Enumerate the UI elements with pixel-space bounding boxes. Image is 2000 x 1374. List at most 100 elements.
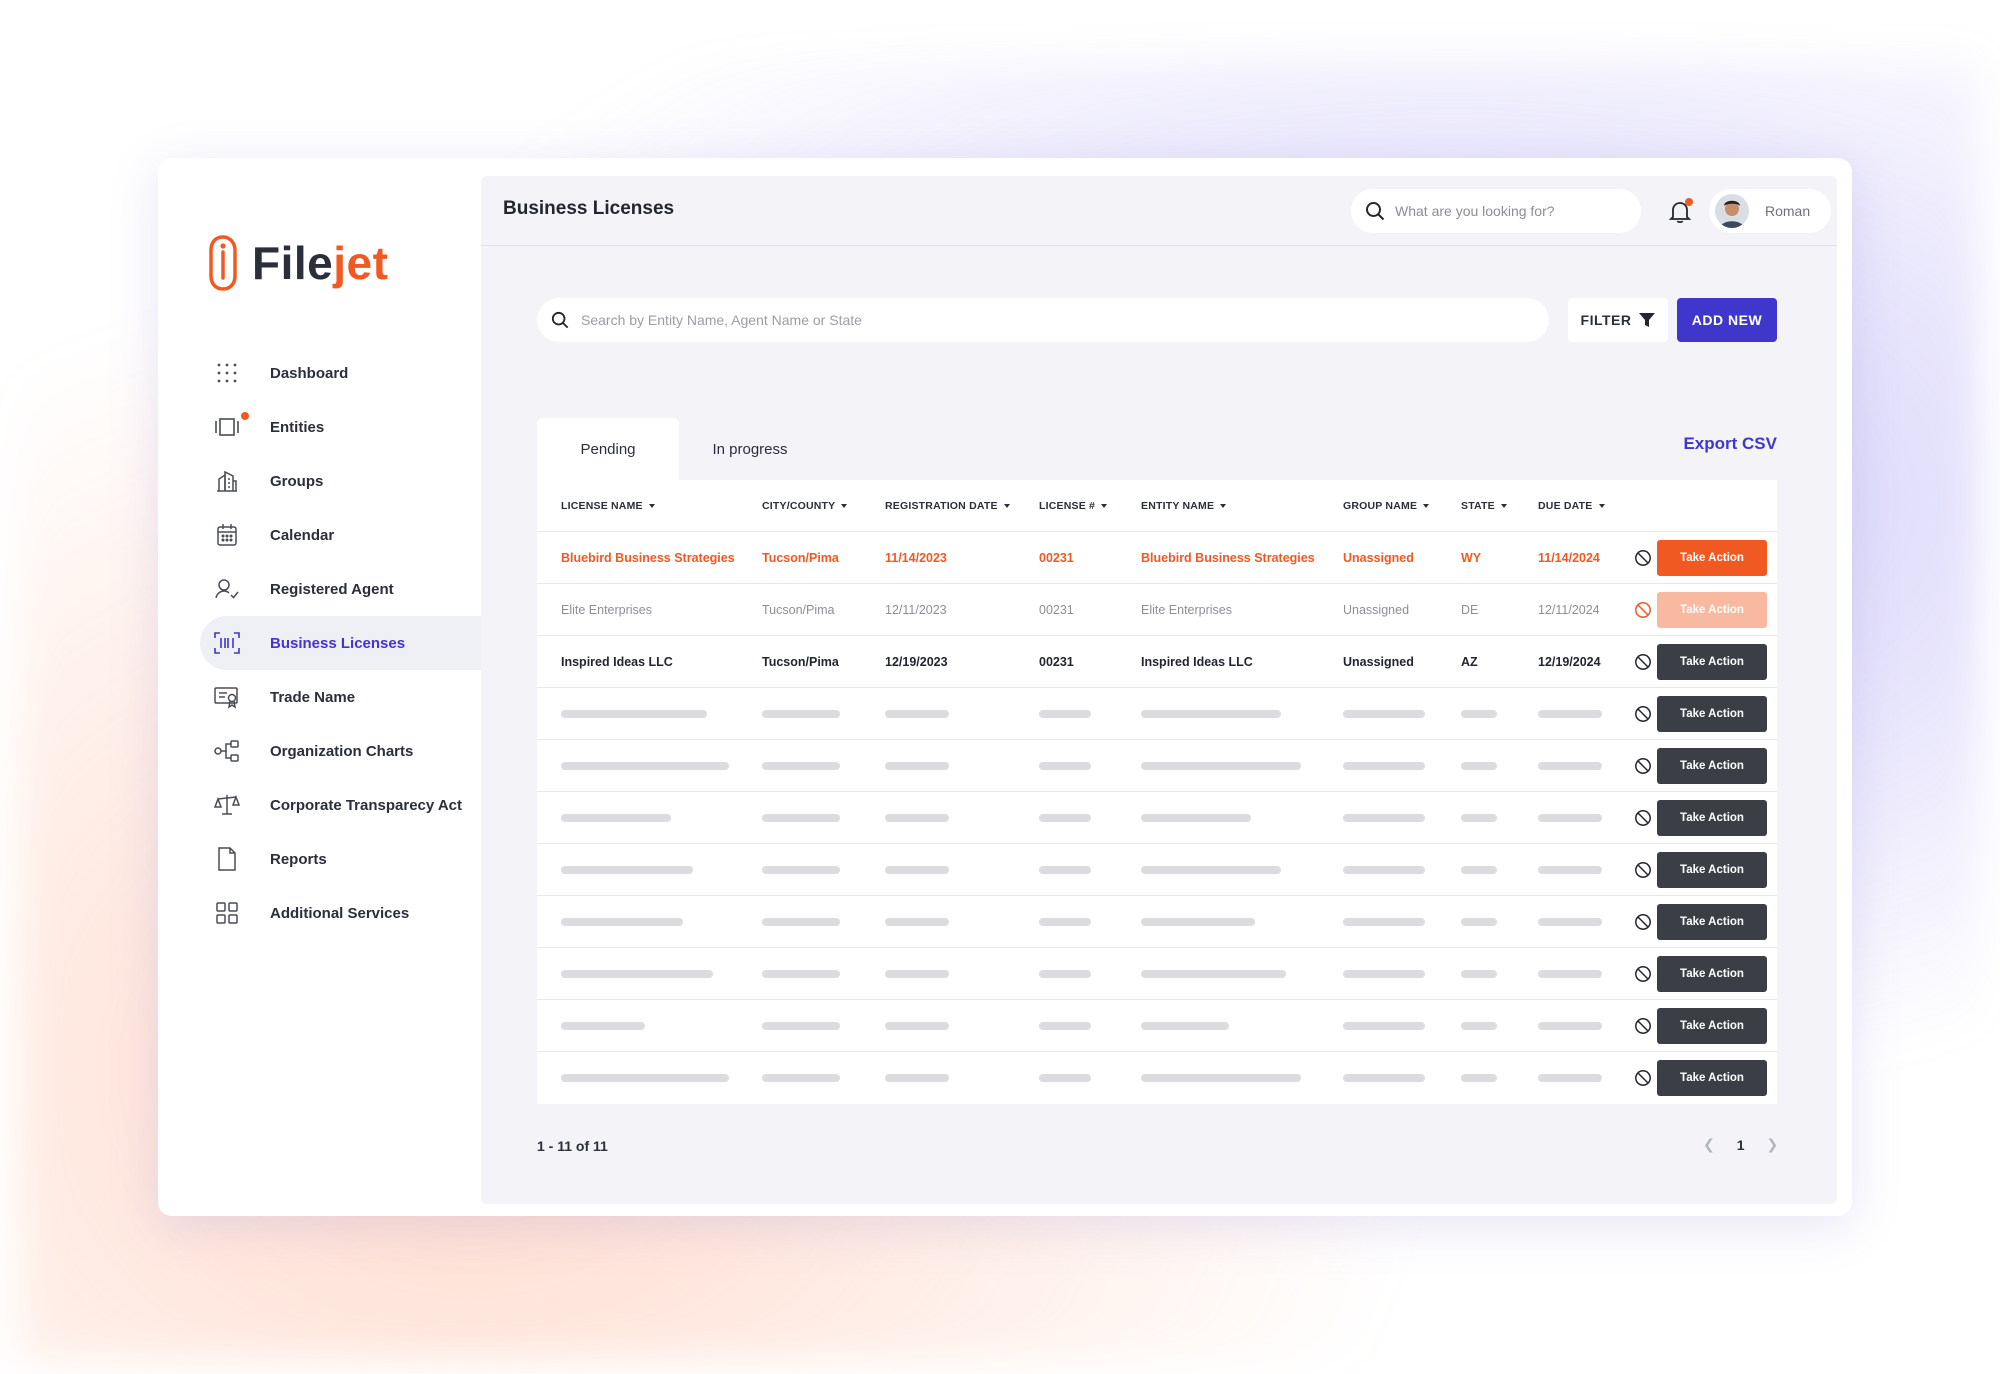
skeleton-bar <box>1141 1074 1301 1082</box>
dots-grid-icon <box>214 360 240 386</box>
add-new-button[interactable]: ADD NEW <box>1677 298 1777 342</box>
column-header-label: REGISTRATION DATE <box>885 500 998 512</box>
page-number[interactable]: 1 <box>1737 1137 1745 1153</box>
entities-icon <box>214 414 240 440</box>
skeleton-bar <box>1343 866 1425 874</box>
take-action-button[interactable]: Take Action <box>1657 592 1767 628</box>
sidebar-item-additional-services[interactable]: Additional Services <box>200 886 481 940</box>
cell-group-name: Unassigned <box>1343 603 1410 617</box>
column-header-registration-date[interactable]: REGISTRATION DATE <box>885 500 1010 512</box>
cell-due-date: 11/14/2024 <box>1538 551 1600 565</box>
take-action-button[interactable]: Take Action <box>1657 644 1767 680</box>
block-icon[interactable] <box>1634 601 1652 619</box>
column-header-license-number[interactable]: LICENSE # <box>1039 500 1108 512</box>
skeleton-bar <box>1538 762 1602 770</box>
main-content: Business Licenses Roman FILTER <box>481 176 1837 1204</box>
export-csv-link[interactable]: Export CSV <box>1681 434 1777 454</box>
skeleton-bar <box>1538 918 1602 926</box>
sidebar-item-label: Business Licenses <box>270 634 406 652</box>
certificate-icon <box>214 684 240 710</box>
take-action-button[interactable]: Take Action <box>1657 852 1767 888</box>
take-action-button[interactable]: Take Action <box>1657 696 1767 732</box>
column-header-city-county[interactable]: CITY/COUNTY <box>762 500 848 512</box>
cell-city-county: Tucson/Pima <box>762 655 839 669</box>
skeleton-bar <box>885 762 949 770</box>
table-row[interactable]: Inspired Ideas LLC Tucson/Pima 12/19/2023 0… <box>537 636 1777 688</box>
skeleton-bar <box>1039 1022 1091 1030</box>
barcode-icon <box>214 630 240 656</box>
column-header-entity-name[interactable]: ENTITY NAME <box>1141 500 1227 512</box>
take-action-button[interactable]: Take Action <box>1657 540 1767 576</box>
sidebar-item-groups[interactable]: Groups <box>200 454 481 508</box>
global-search-input[interactable] <box>1395 203 1615 219</box>
license-search-input[interactable] <box>581 312 1481 328</box>
sidebar-item-entities[interactable]: Entities <box>200 400 481 454</box>
placeholder-row: Take Action <box>537 948 1777 1000</box>
sidebar-item-registered-agent[interactable]: Registered Agent <box>200 562 481 616</box>
sidebar-item-trade-name[interactable]: Trade Name <box>200 670 481 724</box>
sort-caret-icon <box>1500 504 1507 508</box>
notifications-button[interactable] <box>1667 198 1693 224</box>
sidebar-item-business-licenses[interactable]: Business Licenses <box>200 616 481 670</box>
sort-caret-icon <box>1598 504 1605 508</box>
take-action-button[interactable]: Take Action <box>1657 904 1767 940</box>
cell-license-name: Elite Enterprises <box>561 603 653 617</box>
take-action-button[interactable]: Take Action <box>1657 748 1767 784</box>
skeleton-bar <box>1039 762 1091 770</box>
block-icon[interactable] <box>1634 653 1652 671</box>
block-icon[interactable] <box>1634 757 1652 775</box>
column-header-due-date[interactable]: DUE DATE <box>1538 500 1605 512</box>
global-search[interactable] <box>1351 189 1641 233</box>
take-action-button[interactable]: Take Action <box>1657 800 1767 836</box>
skeleton-bar <box>762 918 840 926</box>
sidebar-item-reports[interactable]: Reports <box>200 832 481 886</box>
skeleton-bar <box>1039 1074 1091 1082</box>
skeleton-bar <box>1461 970 1497 978</box>
cell-state: AZ <box>1461 655 1478 669</box>
sidebar-nav: Dashboard Entities Groups Calendar Regis… <box>200 346 481 940</box>
next-page-icon[interactable]: ❯ <box>1767 1136 1779 1153</box>
table-row[interactable]: Bluebird Business Strategies Tucson/Pima 1… <box>537 532 1777 584</box>
take-action-button[interactable]: Take Action <box>1657 956 1767 992</box>
sidebar-item-corporate-transparency-act[interactable]: Corporate Transparecy Act <box>200 778 481 832</box>
block-icon[interactable] <box>1634 913 1652 931</box>
license-search[interactable] <box>537 298 1549 342</box>
column-header-state[interactable]: STATE <box>1461 500 1507 512</box>
skeleton-bar <box>561 970 713 978</box>
block-icon[interactable] <box>1634 1017 1652 1035</box>
skeleton-bar <box>561 710 707 718</box>
skeleton-bar <box>1343 918 1425 926</box>
cell-license-number: 00231 <box>1039 655 1074 669</box>
user-check-icon <box>214 576 240 602</box>
file-icon <box>214 846 240 872</box>
block-icon[interactable] <box>1634 861 1652 879</box>
prev-page-icon[interactable]: ❮ <box>1703 1136 1715 1153</box>
tab-in-progress[interactable]: In progress <box>679 418 821 480</box>
filejet-logo[interactable]: Filejet <box>208 234 388 292</box>
column-header-group-name[interactable]: GROUP NAME <box>1343 500 1430 512</box>
cell-license-name: Bluebird Business Strategies <box>561 551 735 565</box>
skeleton-bar <box>561 866 693 874</box>
sidebar-item-dashboard[interactable]: Dashboard <box>200 346 481 400</box>
take-action-button[interactable]: Take Action <box>1657 1060 1767 1096</box>
cell-state: DE <box>1461 603 1479 617</box>
column-header-license-name[interactable]: LICENSE NAME <box>561 500 655 512</box>
block-icon[interactable] <box>1634 1069 1652 1087</box>
skeleton-bar <box>762 866 840 874</box>
user-menu[interactable]: Roman <box>1709 189 1831 233</box>
tab-pending[interactable]: Pending <box>537 418 679 480</box>
filter-button[interactable]: FILTER <box>1568 298 1668 342</box>
table-row[interactable]: Elite Enterprises Tucson/Pima 12/11/2023 00… <box>537 584 1777 636</box>
org-chart-icon <box>214 738 240 764</box>
skeleton-bar <box>885 866 949 874</box>
pagination: ❮ 1 ❯ <box>1703 1136 1778 1153</box>
sidebar-item-calendar[interactable]: Calendar <box>200 508 481 562</box>
block-icon[interactable] <box>1634 965 1652 983</box>
block-icon[interactable] <box>1634 549 1652 567</box>
take-action-button[interactable]: Take Action <box>1657 1008 1767 1044</box>
skeleton-bar <box>1461 762 1497 770</box>
block-icon[interactable] <box>1634 705 1652 723</box>
sidebar-item-organization-charts[interactable]: Organization Charts <box>200 724 481 778</box>
block-icon[interactable] <box>1634 809 1652 827</box>
column-header-label: CITY/COUNTY <box>762 500 836 512</box>
